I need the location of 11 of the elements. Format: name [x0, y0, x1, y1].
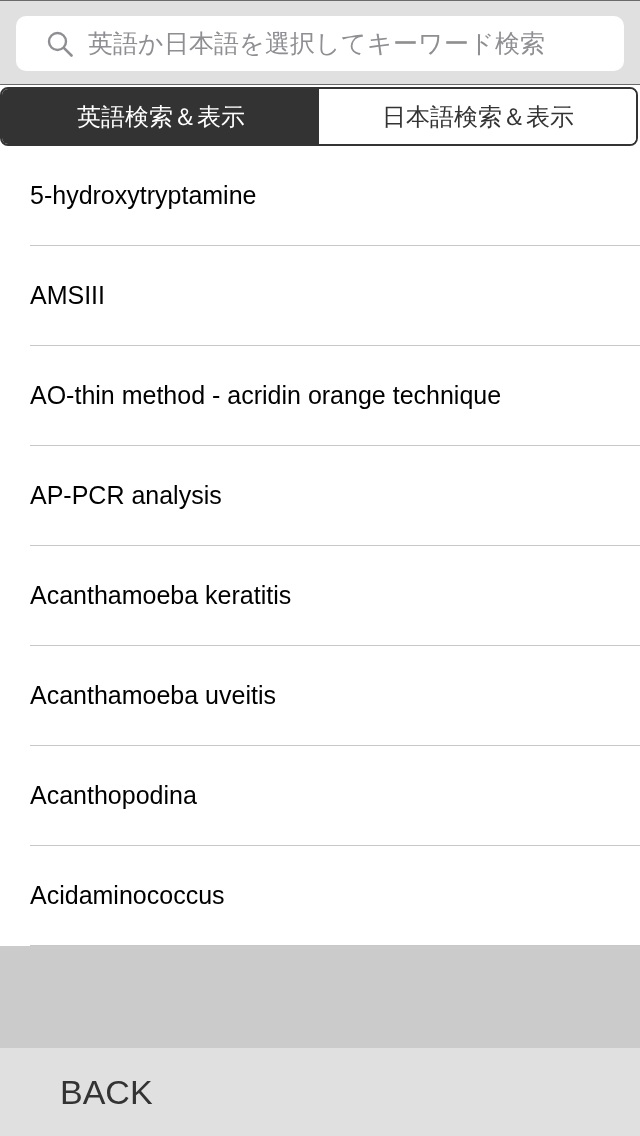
back-button[interactable]: BACK [60, 1072, 153, 1112]
result-item[interactable]: AO-thin method - acridin orange technique [30, 346, 640, 446]
search-field[interactable]: 英語か日本語を選択してキーワード検索 [16, 16, 624, 71]
result-item[interactable]: Acanthopodina [30, 746, 640, 846]
result-item[interactable]: Acanthamoeba uveitis [30, 646, 640, 746]
result-item[interactable]: AP-PCR analysis [30, 446, 640, 546]
tab[interactable]: 英語検索＆表示 [2, 89, 319, 144]
result-item[interactable]: AMSIII [30, 246, 640, 346]
search-icon [47, 30, 73, 57]
result-item[interactable]: Acanthamoeba keratitis [30, 546, 640, 646]
result-item[interactable]: 5-hydroxytryptamine [30, 146, 640, 246]
